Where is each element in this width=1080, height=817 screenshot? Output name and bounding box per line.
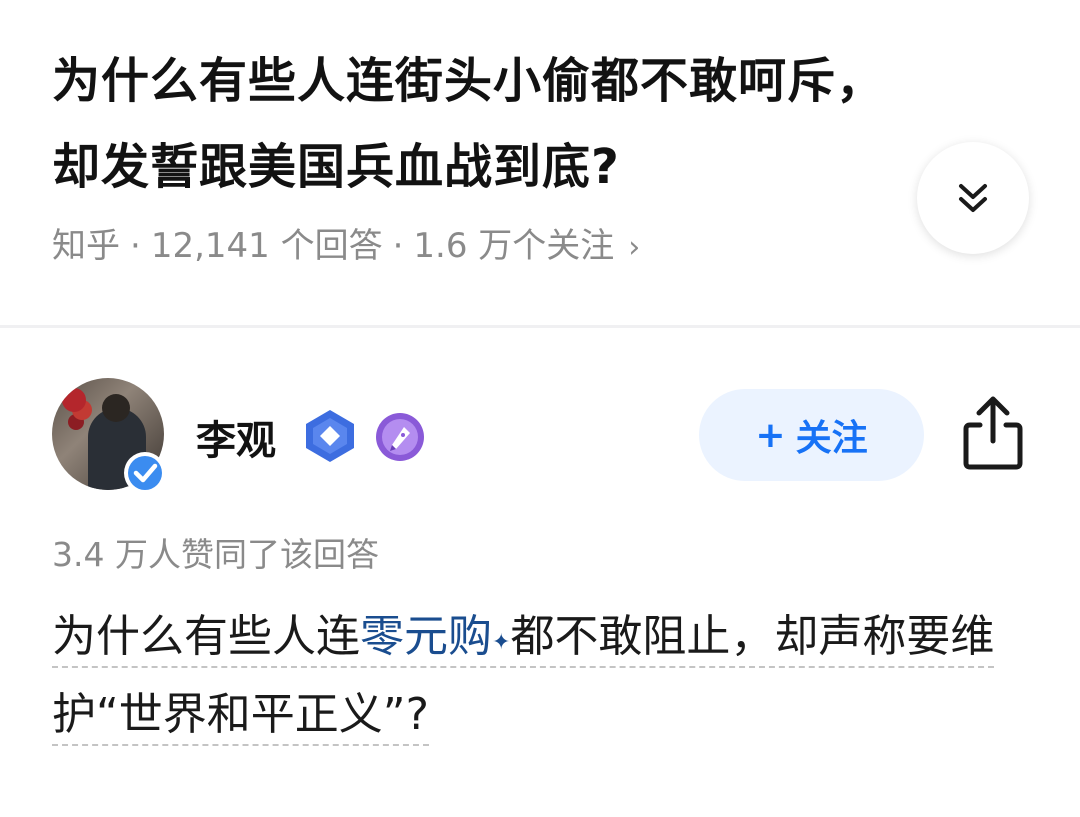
follow-label: 关注 bbox=[795, 418, 868, 459]
plus-icon: + bbox=[755, 414, 786, 456]
blue-diamond-badge-icon[interactable] bbox=[302, 408, 358, 464]
excerpt-text-pre: 为什么有些人连 bbox=[52, 611, 360, 662]
fountain-pen-badge-icon[interactable] bbox=[374, 411, 426, 463]
follow-button[interactable]: + 关注 bbox=[699, 389, 924, 481]
author-avatar[interactable] bbox=[52, 378, 166, 494]
answer-count: 12,141 个回答 bbox=[150, 226, 383, 266]
share-icon[interactable] bbox=[958, 395, 1028, 471]
double-chevron-down-icon bbox=[959, 184, 987, 212]
excerpt-text: 为什么有些人连零元购✦都不敢阻止，却声称要维护“世界和平正义”? bbox=[52, 611, 995, 746]
upvote-count: 3.4 万人赞同了该回答 bbox=[52, 535, 379, 574]
separator-dot: · bbox=[392, 226, 404, 266]
author-name[interactable]: 李观 bbox=[196, 408, 276, 466]
spark-icon: ✦ bbox=[492, 630, 511, 655]
answer-excerpt[interactable]: 为什么有些人连零元购✦都不敢阻止，却声称要维护“世界和平正义”? bbox=[52, 598, 1042, 754]
follower-count: 1.6 万个关注 bbox=[413, 226, 615, 266]
expand-button[interactable] bbox=[917, 142, 1029, 254]
chevron-right-icon: › bbox=[628, 230, 641, 265]
source-label: 知乎 bbox=[52, 226, 120, 266]
question-meta[interactable]: 知乎 · 12,141 个回答 · 1.6 万个关注 › bbox=[52, 218, 640, 267]
question-header: 为什么有些人连街头小偷都不敢呵斥，却发誓跟美国兵血战到底? 知乎 · 12,141 … bbox=[0, 0, 1080, 325]
avatar-flowers bbox=[62, 388, 86, 412]
question-title[interactable]: 为什么有些人连街头小偷都不敢呵斥，却发誓跟美国兵血战到底? bbox=[52, 38, 932, 210]
keyword-link[interactable]: 零元购 bbox=[360, 611, 492, 662]
verified-check-icon bbox=[124, 452, 166, 494]
section-divider bbox=[0, 325, 1080, 328]
separator-dot: · bbox=[130, 226, 141, 266]
